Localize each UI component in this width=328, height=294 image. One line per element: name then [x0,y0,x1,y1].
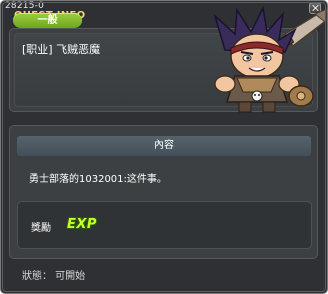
quest-category-badge: 一般 [13,13,82,28]
quest-info-window: 28215-0 QUEST INFO 一般 [职业] 飞贼恶魔 [0,0,328,294]
skull-icon [251,90,263,102]
content-header: 內容 [17,136,311,156]
quest-name: [职业] 飞贼恶魔 [22,43,101,56]
reward-box [17,201,312,249]
exp-reward-icon[interactable]: EXP [67,217,97,232]
quest-description: 勇士部落的1032001:这件事。 [29,174,167,185]
reward-label: 獎勵 [31,223,51,234]
npc-portrait [213,6,327,113]
quest-status: 狀態： 可開始 [22,271,86,282]
